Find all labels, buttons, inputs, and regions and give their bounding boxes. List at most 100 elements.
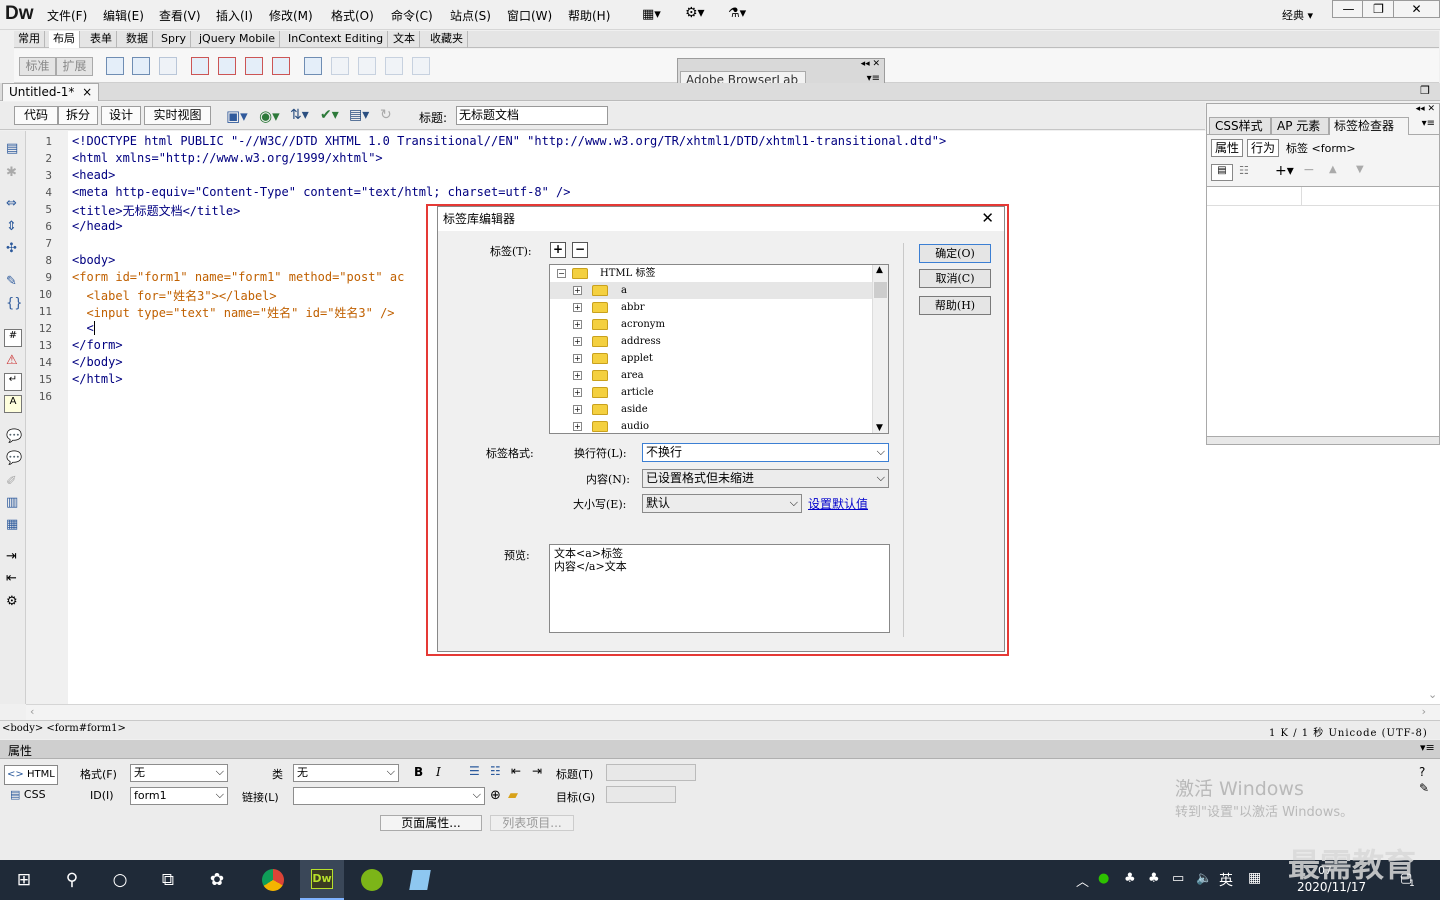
frames-icon[interactable] <box>304 57 322 75</box>
menu-commands[interactable]: 命令(C) <box>391 7 433 24</box>
list-view-icon[interactable]: ☷ <box>1239 164 1249 177</box>
tab-tag-inspector[interactable]: 标签检查器 <box>1329 117 1409 135</box>
expand-icon[interactable]: + <box>573 354 582 363</box>
code-line[interactable]: <html xmlns="http://www.w3.org/1999/xhtm… <box>72 151 383 165</box>
multiscreen-icon[interactable]: ▣▾ <box>226 107 248 125</box>
expand-icon[interactable]: + <box>573 405 582 414</box>
expand-icon[interactable]: + <box>573 286 582 295</box>
scroll-down-icon[interactable]: ⌄ <box>1428 688 1437 701</box>
tree-scroll-up-icon[interactable]: ▲ <box>876 265 883 275</box>
title-input[interactable]: 无标题文档 <box>456 106 608 125</box>
split-view-button[interactable]: 拆分 <box>58 106 98 125</box>
italic-button[interactable]: I <box>436 765 441 779</box>
file-management-icon[interactable]: ⇅▾ <box>290 107 309 123</box>
row-above-icon[interactable] <box>331 57 349 75</box>
tree-scroll-down-icon[interactable]: ▼ <box>876 423 883 433</box>
code-line[interactable]: </head> <box>72 219 123 233</box>
design-view-button[interactable]: 设计 <box>101 106 141 125</box>
minimize-button[interactable]: — <box>1332 0 1365 18</box>
code-line[interactable]: </html> <box>72 372 123 386</box>
unordered-list-icon[interactable]: ☰ <box>469 764 480 778</box>
cancel-button[interactable]: 取消(C) <box>919 269 991 288</box>
indent-prop-icon[interactable]: ⇥ <box>532 764 542 778</box>
pinwheel-app-icon[interactable]: ✿ <box>193 860 241 900</box>
close-window-button[interactable]: ✕ <box>1393 0 1440 18</box>
chrome-icon[interactable] <box>249 860 297 900</box>
syntax-coloring-icon[interactable]: A <box>4 395 22 413</box>
page-properties-button[interactable]: 页面属性... <box>380 815 482 831</box>
fluid-div-icon[interactable] <box>191 57 209 75</box>
panel-menu-icon-2[interactable]: ▾≡ <box>1422 118 1435 129</box>
tab-ap-elements[interactable]: AP 元素 <box>1271 117 1329 135</box>
open-documents-icon[interactable]: ▤ <box>6 141 18 156</box>
code-line[interactable]: <!DOCTYPE html PUBLIC "-//W3C//DTD XHTML… <box>72 134 946 148</box>
bold-button[interactable]: B <box>414 765 423 779</box>
standard-mode-button[interactable]: 标准 <box>19 57 56 76</box>
code-line[interactable]: </body> <box>72 355 123 369</box>
workspace-switcher[interactable]: 经典 ▾ <box>1282 7 1313 23</box>
quick-tag-editor-icon[interactable]: ✎ <box>1419 781 1429 795</box>
add-behavior-icon[interactable]: +▾ <box>1275 163 1294 179</box>
collapse-root-icon[interactable]: − <box>557 269 566 278</box>
expand-icon[interactable]: + <box>573 320 582 329</box>
outdent-prop-icon[interactable]: ⇤ <box>511 764 521 778</box>
tree-root[interactable]: − HTML 标签 <box>550 265 872 282</box>
scroll-right-icon[interactable]: › <box>1422 705 1426 718</box>
input-language[interactable]: 英 <box>1219 870 1233 890</box>
select-parent-tag-icon[interactable]: ✎ <box>6 274 17 289</box>
tree-item[interactable]: + audio <box>550 418 872 433</box>
scroll-left-icon[interactable]: ‹ <box>30 705 34 718</box>
tab-jquery-mobile[interactable]: jQuery Mobile <box>195 31 281 48</box>
code-line[interactable]: <meta http-equiv="Content-Type" content=… <box>72 185 571 199</box>
col-left-icon[interactable] <box>385 57 403 75</box>
tag-tree[interactable]: − HTML 标签 + a + abbr + acronym + address + applet… <box>549 264 889 434</box>
code-line[interactable]: </form> <box>72 338 123 352</box>
expand-icon[interactable]: + <box>573 422 582 431</box>
dreamweaver-taskbar-icon[interactable]: Dw <box>300 860 344 900</box>
outdent-icon[interactable]: ⇤ <box>6 571 17 586</box>
menu-file[interactable]: 文件(F) <box>47 7 87 24</box>
row-below-icon[interactable] <box>358 57 376 75</box>
category-view-icon[interactable]: ▤ <box>1211 164 1233 181</box>
move-up-icon[interactable]: ▲ <box>1329 164 1337 175</box>
expand-icon[interactable]: + <box>573 337 582 346</box>
qq-icon[interactable]: ♣ <box>1124 871 1136 886</box>
remove-comment-icon[interactable]: 💬 <box>6 451 22 466</box>
tab-incontext[interactable]: InContext Editing <box>284 31 389 48</box>
live-view-button[interactable]: 实时视图 <box>144 106 211 125</box>
tree-item[interactable]: + area <box>550 367 872 384</box>
behaviors-tab[interactable]: 行为 <box>1247 139 1279 157</box>
site-icon[interactable]: ⚗▾ <box>728 6 746 21</box>
move-down-icon[interactable]: ▼ <box>1356 164 1364 175</box>
preview-browser-icon[interactable]: ◉▾ <box>259 107 280 125</box>
code-view-button[interactable]: 代码 <box>14 106 58 125</box>
tray-arrow-icon[interactable]: ︿ <box>1076 871 1089 890</box>
code-line[interactable]: <form id="form1" name="form1" method="po… <box>72 270 404 284</box>
ordered-list-icon[interactable]: ☷ <box>490 764 501 778</box>
w3c-validation-icon[interactable]: ✔▾ <box>320 107 339 123</box>
tab-data[interactable]: 数据 <box>122 31 153 48</box>
menu-edit[interactable]: 编辑(E) <box>103 7 144 24</box>
code-line[interactable]: <body> <box>72 253 115 267</box>
help-icon[interactable]: ? <box>1419 765 1425 779</box>
format-source-icon[interactable]: ⚙ <box>6 594 18 609</box>
code-line[interactable]: <head> <box>72 168 115 182</box>
remove-behavior-icon[interactable]: − <box>1303 162 1315 178</box>
menu-help[interactable]: 帮助(H) <box>568 7 610 24</box>
remove-tag-button[interactable]: − <box>572 242 588 258</box>
tab-favorites[interactable]: 收藏夹 <box>426 31 468 48</box>
menu-insert[interactable]: 插入(I) <box>216 7 253 24</box>
div-icon[interactable] <box>132 57 150 75</box>
move-css-icon[interactable]: ▦ <box>6 517 18 532</box>
tree-item[interactable]: + article <box>550 384 872 401</box>
refresh-icon[interactable]: ↻ <box>380 107 392 123</box>
menu-site[interactable]: 站点(S) <box>450 7 491 24</box>
wrap-tag-icon[interactable]: ✐ <box>6 474 17 489</box>
fixed-div-icon[interactable] <box>218 57 236 75</box>
attributes-tab[interactable]: 属性 <box>1211 139 1243 157</box>
menu-window[interactable]: 窗口(W) <box>507 7 552 24</box>
behaviors-list[interactable] <box>1207 186 1439 436</box>
html-mode-button[interactable]: <> HTML <box>4 765 58 785</box>
case-select[interactable]: 默认 <box>642 494 802 513</box>
notepad-icon[interactable] <box>396 860 444 900</box>
